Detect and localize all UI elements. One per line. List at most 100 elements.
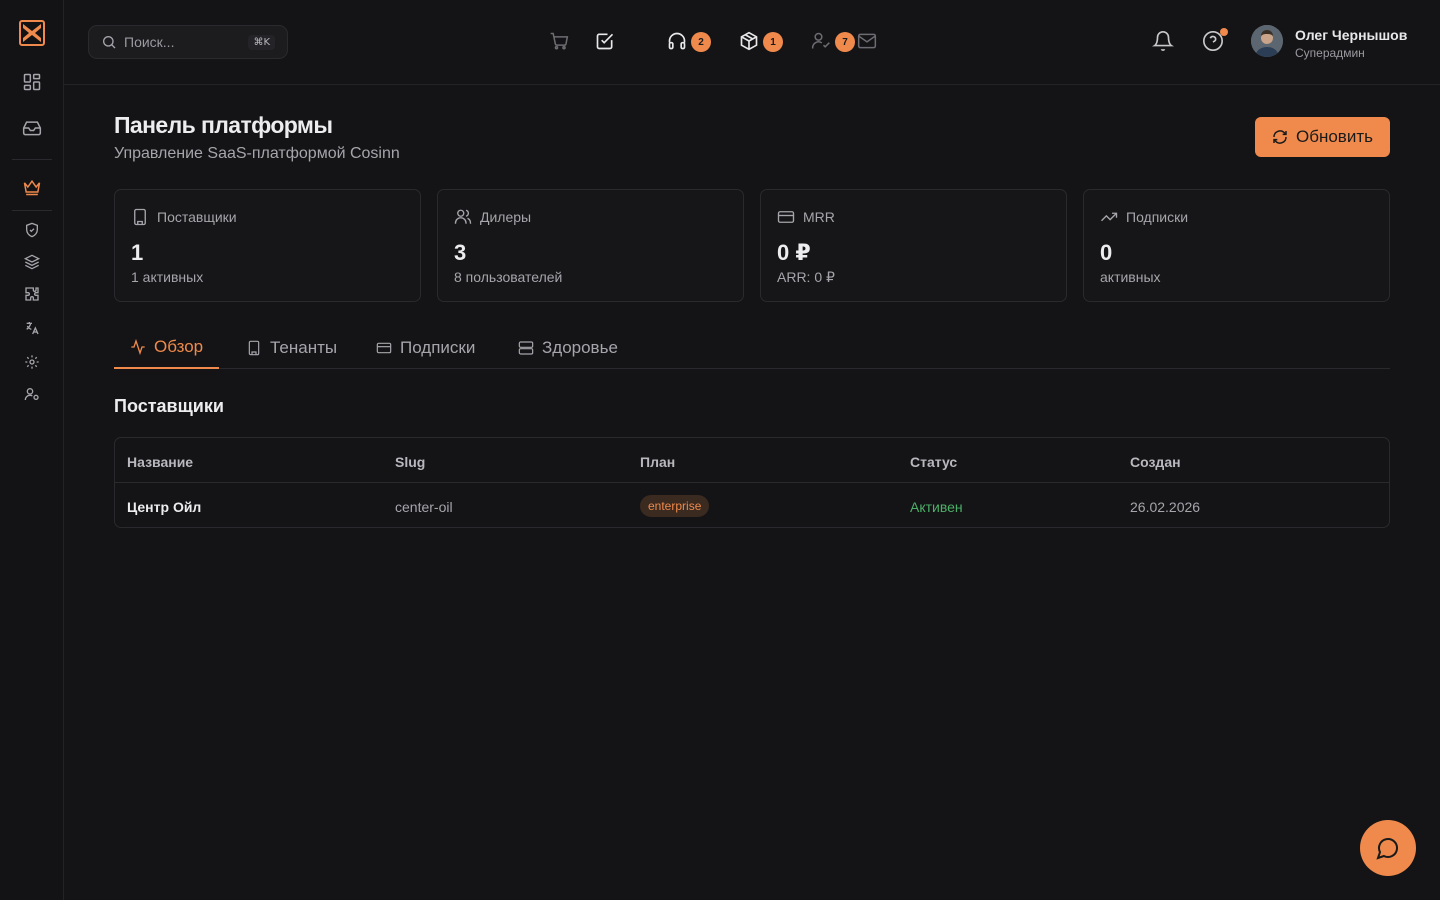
topbar: Поиск... ⌘K 2 1 7 Олег Чернышов Суперадм…: [64, 0, 1440, 85]
user-name[interactable]: Олег Чернышов: [1295, 27, 1407, 43]
supplier-slug: center-oil: [395, 499, 453, 515]
packages-badge: 7: [835, 32, 855, 52]
suppliers-table: Название Slug План Статус Создан Центр О…: [114, 437, 1390, 528]
orders-button[interactable]: [548, 30, 570, 52]
building-icon: [131, 208, 149, 226]
stat-sub: 8 пользователей: [454, 269, 563, 285]
plan-badge: enterprise: [640, 495, 710, 517]
tasks-badge: 2: [691, 32, 711, 52]
stat-label: Подписки: [1126, 209, 1189, 225]
stat-value: 1: [131, 240, 144, 265]
sidebar: [0, 0, 64, 900]
sidebar-divider: [12, 210, 52, 211]
sidebar-item-security[interactable]: [22, 220, 42, 240]
created-date: 26.02.2026: [1130, 499, 1201, 515]
tab-label: Здоровье: [542, 337, 618, 357]
tab-health[interactable]: Здоровье: [518, 326, 618, 369]
table-row[interactable]: Центр Ойл center-oil enterprise Активен …: [115, 483, 1389, 527]
layers-icon: [24, 254, 40, 270]
stat-value: 3: [454, 240, 467, 265]
sidebar-divider: [12, 159, 52, 160]
supplier-name[interactable]: Центр Ойл: [127, 499, 201, 515]
sidebar-item-dashboard[interactable]: [20, 70, 44, 94]
trending-up-icon: [1100, 208, 1118, 226]
stat-label: Поставщики: [157, 209, 237, 225]
tab-tenants[interactable]: Тенанты: [246, 326, 337, 369]
puzzle-icon: [24, 286, 40, 302]
sidebar-item-platform[interactable]: [20, 175, 44, 199]
tab-overview[interactable]: Обзор: [114, 326, 220, 369]
building-icon: [246, 340, 262, 356]
bell-icon: [1152, 30, 1174, 52]
tab-subscriptions[interactable]: Подписки: [376, 326, 475, 369]
mail-icon: [857, 31, 877, 51]
mail-button[interactable]: [856, 30, 878, 52]
credit-card-icon: [376, 340, 392, 356]
activity-icon: [130, 338, 146, 355]
sidebar-item-user-settings[interactable]: [22, 384, 42, 404]
app-logo-icon[interactable]: [19, 20, 45, 46]
table-header: Название Slug План Статус Создан: [115, 438, 1389, 483]
stat-value: 0 ₽: [777, 240, 811, 265]
user-check-icon: [811, 31, 831, 51]
cart-icon: [549, 31, 569, 51]
translate-icon: [24, 320, 40, 336]
support-badge: 1: [763, 32, 783, 52]
chat-bubble-icon: [1376, 836, 1400, 860]
sidebar-item-integrations[interactable]: [22, 284, 42, 304]
refresh-icon: [1272, 129, 1288, 145]
column-header[interactable]: План: [640, 454, 675, 470]
stat-card-subscriptions: Подписки 0 активных: [1083, 189, 1390, 302]
user-role: Суперадмин: [1295, 46, 1365, 60]
inbox-icon: [22, 118, 42, 138]
shield-check-icon: [24, 222, 40, 238]
column-header[interactable]: Slug: [395, 454, 425, 470]
tab-label: Тенанты: [270, 337, 338, 357]
stat-card-suppliers: Поставщики 1 1 активных: [114, 189, 421, 302]
status-badge: Активен: [910, 499, 963, 515]
stat-value: 0: [1100, 240, 1113, 265]
sidebar-item-settings[interactable]: [22, 352, 42, 372]
refresh-button[interactable]: Обновить: [1255, 117, 1390, 157]
gear-icon: [24, 354, 40, 370]
tab-label: Подписки: [400, 337, 476, 357]
checkbox-icon: [595, 31, 615, 51]
search-shortcut: ⌘K: [248, 34, 275, 50]
crown-icon: [22, 177, 42, 197]
package-icon: [739, 31, 759, 51]
stat-card-dealers: Дилеры 3 8 пользователей: [437, 189, 744, 302]
stat-sub: ARR: 0 ₽: [777, 269, 835, 285]
column-header[interactable]: Название: [127, 454, 193, 470]
help-notification-dot: [1220, 28, 1228, 36]
packages-button[interactable]: [738, 30, 760, 52]
page-title: Панель платформы: [114, 112, 333, 138]
users-icon: [454, 208, 472, 226]
stat-sub: 1 активных: [131, 269, 204, 285]
page-subtitle: Управление SaaS-платформой Cosinn: [114, 145, 400, 162]
tasks-button[interactable]: [594, 30, 616, 52]
avatar[interactable]: [1251, 25, 1283, 57]
tab-label: Обзор: [154, 336, 204, 356]
support-button[interactable]: [666, 30, 688, 52]
sidebar-item-layers[interactable]: [22, 252, 42, 272]
search-input[interactable]: Поиск... ⌘K: [88, 25, 288, 59]
sidebar-item-translations[interactable]: [22, 318, 42, 338]
search-placeholder: Поиск...: [124, 34, 175, 50]
dashboard-icon: [22, 72, 42, 92]
notifications-button[interactable]: [1152, 30, 1174, 52]
column-header[interactable]: Создан: [1130, 454, 1181, 470]
approvals-button[interactable]: [810, 30, 832, 52]
refresh-label: Обновить: [1296, 127, 1373, 146]
chat-button[interactable]: [1360, 820, 1416, 876]
stat-card-mrr: MRR 0 ₽ ARR: 0 ₽: [760, 189, 1067, 302]
search-icon: [101, 34, 117, 50]
stat-sub: активных: [1100, 269, 1161, 285]
stat-label: Дилеры: [480, 209, 532, 225]
column-header[interactable]: Статус: [910, 454, 957, 470]
sidebar-item-inbox[interactable]: [20, 116, 44, 140]
user-settings-icon: [24, 386, 40, 402]
tabs: Обзор Тенанты Подписки Здоровье: [114, 326, 1390, 369]
stat-label: MRR: [803, 209, 835, 225]
section-title: Поставщики: [114, 396, 224, 416]
headset-icon: [667, 31, 687, 51]
